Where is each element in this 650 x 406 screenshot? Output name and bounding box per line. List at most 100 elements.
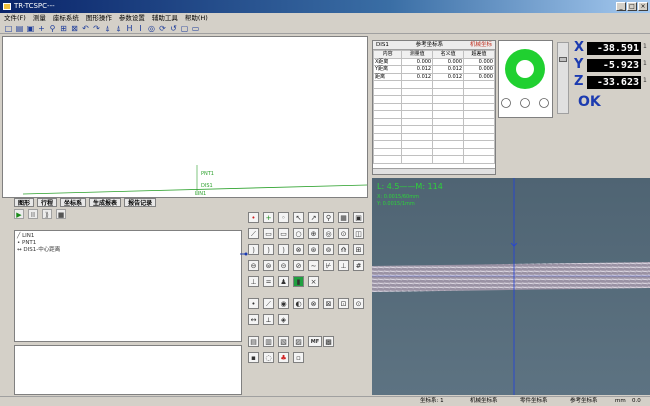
measure-tool-row4-5-icon[interactable]: ⊬ [323, 260, 334, 271]
camera-view[interactable]: L: 4.5——M: 114 X: 0.0015/60mm Y: 0.0015/… [372, 178, 650, 395]
cad-view[interactable]: PNT1 DIS1 LIN1 [2, 36, 368, 198]
probe-icon[interactable]: ⍋ [114, 24, 123, 33]
redo-icon[interactable]: ↷ [92, 24, 101, 33]
select-icon[interactable]: ⊠ [70, 24, 79, 33]
tree-item[interactable]: • PNT1 [17, 240, 239, 247]
measure-tool-row1-5-icon[interactable]: ⚲ [323, 212, 334, 223]
new-icon[interactable]: □ [4, 24, 13, 33]
measure-tool-row5-4-icon[interactable]: × [308, 276, 319, 287]
measure-tool-row4-1-icon[interactable]: ⊜ [263, 260, 274, 271]
measure-tool-row6-4-icon[interactable]: ⊗ [308, 298, 319, 309]
measure-tool-row2-4-icon[interactable]: ⊕ [308, 228, 319, 239]
measure-tool-row5-1-icon[interactable]: = [263, 276, 274, 287]
undo-icon[interactable]: ↶ [81, 24, 90, 33]
tree-item[interactable]: ↔ DIS1-中心距离 [17, 247, 239, 254]
measure-tool-row8-1-icon[interactable]: ▥ [263, 336, 274, 347]
measure-tool-row3-2-icon[interactable]: ⟯ [278, 244, 289, 255]
measure-tool-row4-4-icon[interactable]: ∼ [308, 260, 319, 271]
measure-tool-row6-2-icon[interactable]: ◉ [278, 298, 289, 309]
menu-help[interactable]: 帮助(H) [185, 13, 208, 23]
close-button[interactable]: × [638, 2, 648, 11]
tab-report[interactable]: 生成报表 [89, 198, 122, 207]
measure-tool-row3-6-icon[interactable]: ⟰ [338, 244, 349, 255]
measure-tool-row1-6-icon[interactable]: ▦ [338, 212, 349, 223]
horizontal-scrollbar[interactable] [373, 168, 495, 174]
table-row[interactable]: 距离 0.012 0.012 0.000 [372, 72, 495, 81]
measure-tool-row4-7-icon[interactable]: # [353, 260, 364, 271]
machine-coord-label[interactable]: 机械坐标 [470, 41, 492, 49]
window-icon[interactable]: ▭ [191, 24, 200, 33]
measure-tool-row1-7-icon[interactable]: ▣ [353, 212, 364, 223]
menu-coordinate[interactable]: 座标系统 [53, 13, 79, 23]
measure-tool-row8-0-icon[interactable]: ▤ [248, 336, 259, 347]
probe-left-icon[interactable] [501, 98, 511, 108]
measure-tool-row3-4-icon[interactable]: ⊛ [308, 244, 319, 255]
measure-tool-row1-4-icon[interactable]: ↗ [308, 212, 319, 223]
measure-tool-row6-7-icon[interactable]: ⊙ [353, 298, 364, 309]
stop-icon[interactable]: ■ [56, 209, 66, 219]
tab-log[interactable]: 报告记录 [124, 198, 157, 207]
refresh-icon[interactable]: ⟳ [158, 24, 167, 33]
measure-tool-row1-2-icon[interactable]: ◦ [278, 212, 289, 223]
probe-right-icon[interactable] [539, 98, 549, 108]
measure-icon[interactable]: ⍋ [103, 24, 112, 33]
measure-tool-row8-2-icon[interactable]: ▧ [278, 336, 289, 347]
fit-icon[interactable]: ⊞ [59, 24, 68, 33]
measure-tool-row7-1-icon[interactable]: ⟂ [263, 314, 274, 325]
play-icon[interactable]: ▶ [14, 209, 24, 219]
measure-tool-row6-0-icon[interactable]: • [248, 298, 259, 309]
measure-tool-row3-3-icon[interactable]: ⊗ [293, 244, 304, 255]
light-slider[interactable] [557, 42, 569, 114]
measure-tool-row3-1-icon[interactable]: ⟯ [263, 244, 274, 255]
measure-tool-row9-0-icon[interactable]: ▪ [248, 352, 259, 363]
feature-tree[interactable]: ╱ LIN1 • PNT1 ↔ DIS1-中心距离 [14, 230, 242, 342]
measure-tool-row2-3-icon[interactable]: ○ [293, 228, 304, 239]
maximize-button[interactable]: □ [627, 2, 637, 11]
measure-tool-row2-1-icon[interactable]: ▭ [263, 228, 274, 239]
tab-route[interactable]: 行程 [37, 198, 58, 207]
tab-graphics[interactable]: 图形 [14, 198, 35, 207]
measure-tool-row5-2-icon[interactable]: ♟ [278, 276, 289, 287]
measure-tool-row6-5-icon[interactable]: ⊠ [323, 298, 334, 309]
arc-icon[interactable]: ↺ [169, 24, 178, 33]
measure-tool-row4-6-icon[interactable]: ⊥ [338, 260, 349, 271]
menu-file[interactable]: 文件(F) [4, 13, 26, 23]
slider-thumb[interactable] [559, 57, 567, 62]
measure-tool-row9-1-icon[interactable]: ◌ [263, 352, 274, 363]
measure-tool-row2-7-icon[interactable]: ◫ [353, 228, 364, 239]
measure-tool-row8-5-icon[interactable]: ▩ [323, 336, 334, 347]
measure-tool-row1-0-icon[interactable]: • [248, 212, 259, 223]
output-panel[interactable] [14, 345, 242, 395]
zoom-icon[interactable]: ⚲ [48, 24, 57, 33]
table-row[interactable]: Y距离 0.012 0.012 0.000 [372, 65, 495, 74]
measure-tool-row9-2-icon[interactable]: ♣ [278, 352, 289, 363]
step-icon[interactable]: ⟫ [42, 209, 52, 219]
menu-measure[interactable]: 测量 [33, 13, 46, 23]
measure-tool-row7-0-icon[interactable]: ↔ [248, 314, 259, 325]
measure-tool-row6-6-icon[interactable]: ⊡ [338, 298, 349, 309]
table-row[interactable]: X距离 0.000 0.000 0.000 [372, 57, 495, 66]
measure-tool-row1-1-icon[interactable]: + [263, 212, 274, 223]
measure-tool-row2-6-icon[interactable]: ⊙ [338, 228, 349, 239]
probe-center-button-icon[interactable] [520, 98, 530, 108]
measure-tool-row2-5-icon[interactable]: ◎ [323, 228, 334, 239]
measure-tool-row4-0-icon[interactable]: ⊖ [248, 260, 259, 271]
i-icon[interactable]: I [136, 24, 145, 33]
measure-tool-row5-0-icon[interactable]: ⊥ [248, 276, 259, 287]
measure-tool-row6-3-icon[interactable]: ◐ [293, 298, 304, 309]
cross-icon[interactable]: + [37, 24, 46, 33]
height-icon[interactable]: H [125, 24, 134, 33]
circle-icon[interactable]: ◎ [147, 24, 156, 33]
tab-coordinate[interactable]: 坐标系 [60, 198, 87, 207]
measure-tool-row2-2-icon[interactable]: ▭ [278, 228, 289, 239]
measure-tool-row8-3-icon[interactable]: ▨ [293, 336, 304, 347]
tree-item[interactable]: ╱ LIN1 [17, 233, 239, 240]
measure-tool-row6-1-icon[interactable]: ⟋ [263, 298, 274, 309]
measure-tool-row3-7-icon[interactable]: ⊞ [353, 244, 364, 255]
measure-tool-row4-3-icon[interactable]: ⊘ [293, 260, 304, 271]
measure-tool-row2-0-icon[interactable]: ⟋ [248, 228, 259, 239]
menu-tools[interactable]: 辅助工具 [152, 13, 178, 23]
measure-tool-row7-2-icon[interactable]: ◈ [278, 314, 289, 325]
menu-settings[interactable]: 参数设置 [119, 13, 145, 23]
box-icon[interactable]: ▢ [180, 24, 189, 33]
